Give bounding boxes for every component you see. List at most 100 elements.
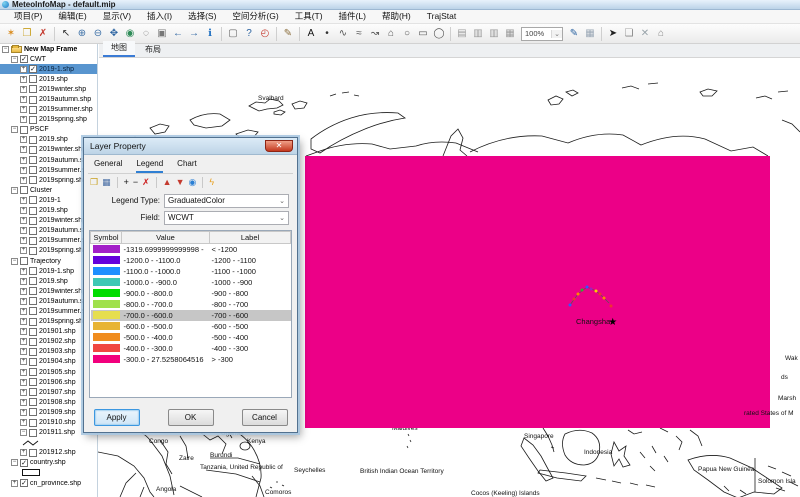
expand-icon[interactable]: + — [20, 136, 27, 143]
close-icon[interactable]: ✕ — [265, 140, 293, 152]
layer-checkbox[interactable] — [29, 318, 37, 326]
legend-row[interactable]: -400.0 - -300.0-400 - -300 — [91, 343, 291, 354]
tree-item-2019-shp[interactable]: +2019.shp — [0, 74, 97, 84]
expand-icon[interactable]: + — [20, 288, 27, 295]
full-extent-icon[interactable]: ◉ — [122, 26, 138, 42]
save-icon[interactable]: ▦ — [102, 177, 111, 188]
menu-item[interactable]: 空间分析(G) — [224, 10, 286, 23]
save-edits-icon[interactable]: ▦ — [582, 26, 598, 42]
menu-item[interactable]: 插入(I) — [139, 10, 180, 23]
tree-item-cn-province-shp[interactable]: +✓cn_province.shp — [0, 478, 97, 488]
edit-start-icon[interactable]: ✎ — [280, 26, 296, 42]
collapse-icon[interactable]: − — [11, 258, 18, 265]
menu-item[interactable]: 插件(L) — [331, 10, 374, 23]
layout-full-icon[interactable]: ▦ — [502, 26, 518, 42]
cancel-button[interactable]: Cancel — [242, 409, 288, 426]
collapse-icon[interactable]: − — [11, 56, 18, 63]
tree-item-2019spring-shp[interactable]: +2019spring.shp — [0, 115, 97, 125]
layer-checkbox[interactable] — [20, 186, 28, 194]
layer-checkbox[interactable] — [29, 176, 37, 184]
move-up-icon[interactable]: ▲ — [163, 177, 172, 188]
expand-icon[interactable]: + — [20, 298, 27, 305]
layer-checkbox[interactable] — [29, 196, 37, 204]
open-icon[interactable]: ❒ — [90, 177, 98, 188]
zoom-in-icon[interactable]: ⊕ — [74, 26, 90, 42]
expand-icon[interactable]: + — [20, 207, 27, 214]
layer-checkbox[interactable] — [29, 348, 37, 356]
chevron-down-icon[interactable]: ⌄ — [276, 197, 288, 205]
legend-type-combo[interactable]: GraduatedColor ⌄ — [164, 194, 289, 208]
dialog-tab-general[interactable]: General — [94, 159, 122, 173]
menu-item[interactable]: 显示(V) — [95, 10, 139, 23]
menu-item[interactable]: 选择(S) — [180, 10, 224, 23]
legend-row[interactable]: -700.0 - -600.0-700 - -600 — [91, 310, 291, 321]
menu-item[interactable]: 项目(P) — [6, 10, 50, 23]
tree-item-country-shp[interactable]: −✓country.shp — [0, 458, 97, 468]
layer-checkbox[interactable] — [29, 338, 37, 346]
legend-row[interactable]: -1200.0 - -1100.0-1200 - -1100 — [91, 255, 291, 266]
expand-icon[interactable]: + — [20, 106, 27, 113]
layer-checkbox[interactable] — [29, 136, 37, 144]
expand-icon[interactable]: + — [20, 167, 27, 174]
expand-icon[interactable]: + — [20, 409, 27, 416]
layer-checkbox[interactable] — [29, 358, 37, 366]
layer-checkbox[interactable] — [29, 85, 37, 93]
legend-row[interactable]: -800.0 - -700.0-800 - -700 — [91, 299, 291, 310]
reverse-order-icon[interactable]: ◉ — [189, 177, 197, 188]
layer-checkbox[interactable] — [29, 378, 37, 386]
expand-icon[interactable]: + — [20, 358, 27, 365]
expand-icon[interactable]: + — [20, 146, 27, 153]
expand-icon[interactable]: + — [20, 379, 27, 386]
menu-item[interactable]: 编辑(E) — [50, 10, 94, 23]
expand-icon[interactable]: + — [20, 338, 27, 345]
remove-break-icon[interactable]: − — [133, 177, 138, 188]
layer-checkbox[interactable] — [29, 388, 37, 396]
zoom-level-combo[interactable]: 100% ⌄ — [521, 27, 563, 41]
move-down-icon[interactable]: ▼ — [176, 177, 185, 188]
legend-row[interactable]: -500.0 - -400.0-500 - -400 — [91, 332, 291, 343]
open-icon[interactable]: ❒ — [19, 26, 35, 42]
expand-icon[interactable]: + — [20, 157, 27, 164]
layer-checkbox[interactable] — [29, 247, 37, 255]
layout-zoom-out-icon[interactable]: ▥ — [486, 26, 502, 42]
make-breaks-icon[interactable]: ϟ — [209, 177, 214, 188]
legend-row[interactable]: -1100.0 - -1000.0-1100 - -1000 — [91, 266, 291, 277]
expand-icon[interactable]: + — [20, 217, 27, 224]
pan-icon[interactable]: ✥ — [106, 26, 122, 42]
expand-icon[interactable]: + — [20, 86, 27, 93]
menu-item[interactable]: 帮助(H) — [374, 10, 419, 23]
zoom-previous-icon[interactable]: ← — [170, 26, 186, 42]
layer-checkbox[interactable] — [29, 146, 37, 154]
label-icon[interactable]: A — [303, 26, 319, 42]
layer-checkbox[interactable]: ✓ — [20, 55, 28, 63]
select-features-icon[interactable]: ▢ — [225, 26, 241, 42]
dialog-title-bar[interactable]: Layer Property ✕ — [84, 138, 297, 155]
expand-icon[interactable]: + — [20, 389, 27, 396]
dialog-tab-legend[interactable]: Legend — [136, 159, 163, 173]
shape-tool-icon[interactable]: ⌂ — [653, 26, 669, 42]
expand-icon[interactable]: + — [20, 268, 27, 275]
collapse-icon[interactable]: − — [20, 429, 27, 436]
tree-item-2019-1-shp[interactable]: +✓2019-1.shp — [0, 64, 97, 74]
add-break-icon[interactable]: + — [124, 177, 129, 188]
new-icon[interactable]: ✶ — [3, 26, 19, 42]
collapse-icon[interactable]: − — [2, 46, 9, 53]
polyline-icon[interactable]: ∿ — [335, 26, 351, 42]
tree-item-cwt[interactable]: −✓CWT — [0, 54, 97, 64]
info-icon[interactable]: ℹ — [202, 26, 218, 42]
layer-checkbox[interactable] — [29, 96, 37, 104]
zoom-window-icon[interactable]: ▣ — [154, 26, 170, 42]
tree-item-2019winter-shp[interactable]: +2019winter.shp — [0, 84, 97, 94]
polygon-icon[interactable]: ⌂ — [383, 26, 399, 42]
layer-checkbox[interactable]: ✓ — [20, 459, 28, 467]
expand-icon[interactable]: + — [20, 308, 27, 315]
layer-checkbox[interactable] — [29, 237, 37, 245]
expand-icon[interactable]: + — [20, 449, 27, 456]
delete-element-icon[interactable]: ✕ — [637, 26, 653, 42]
layer-checkbox[interactable] — [29, 398, 37, 406]
layer-checkbox[interactable] — [29, 368, 37, 376]
layer-checkbox[interactable]: ✓ — [29, 65, 37, 73]
freehand-icon[interactable]: ↝ — [367, 26, 383, 42]
chevron-down-icon[interactable]: ⌄ — [551, 30, 562, 38]
zoom-out-icon[interactable]: ⊖ — [90, 26, 106, 42]
